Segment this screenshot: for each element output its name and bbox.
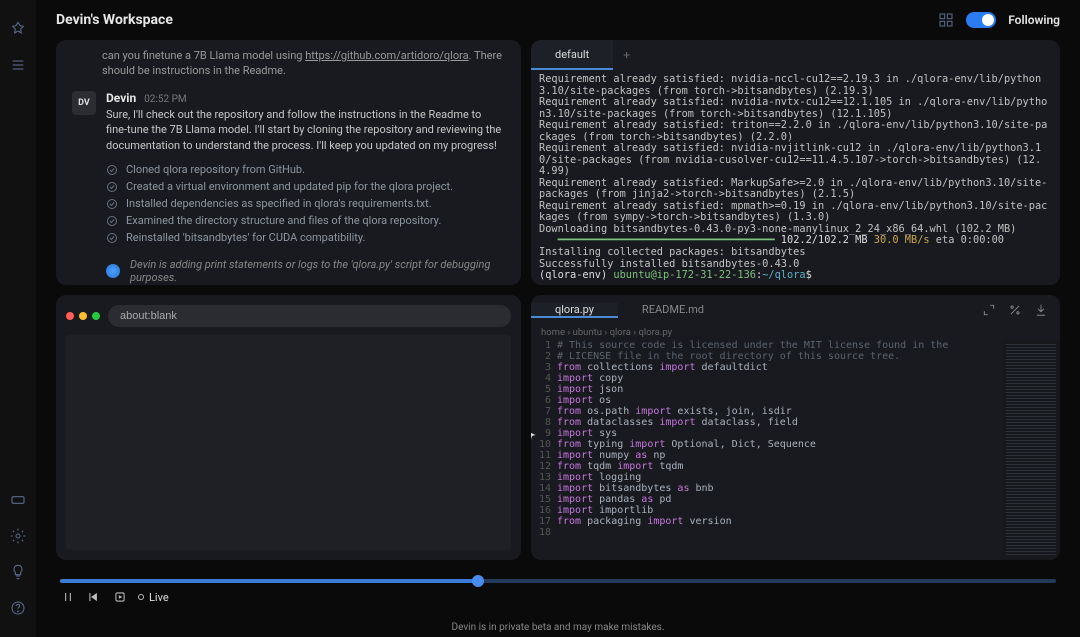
- code-area[interactable]: # This source code is licensed under the…: [557, 340, 1002, 560]
- logo-icon[interactable]: [9, 20, 27, 38]
- skip-forward-button[interactable]: [112, 589, 128, 605]
- editor-panel: qlora.pyREADME.md home › ubuntu › qlora …: [531, 295, 1060, 560]
- editor-tab[interactable]: qlora.py: [531, 303, 618, 318]
- keyboard-icon[interactable]: [9, 491, 27, 509]
- bulb-icon[interactable]: [9, 563, 27, 581]
- line-gutter: 123456789101112131415161718: [531, 340, 557, 560]
- minimap[interactable]: [1002, 340, 1060, 560]
- pause-button[interactable]: [60, 589, 76, 605]
- terminal-tab-default[interactable]: default: [531, 40, 613, 70]
- step-item: Reinstalled 'bitsandbytes' for CUDA comp…: [106, 231, 505, 244]
- minimize-dot-icon[interactable]: [79, 312, 87, 320]
- spinner-icon: [106, 264, 120, 278]
- help-icon[interactable]: [9, 599, 27, 617]
- header: Devin's Workspace Following: [56, 0, 1060, 40]
- percent-icon[interactable]: [1008, 303, 1022, 317]
- terminal-add-tab[interactable]: +: [613, 40, 640, 70]
- step-item: Examined the directory structure and fil…: [106, 214, 505, 227]
- list-icon[interactable]: [9, 56, 27, 74]
- avatar: DV: [72, 91, 96, 115]
- expand-icon[interactable]: [982, 303, 996, 317]
- maximize-dot-icon[interactable]: [92, 312, 100, 320]
- following-label: Following: [1008, 13, 1060, 27]
- grid-view-icon[interactable]: [938, 12, 954, 28]
- skip-back-button[interactable]: [86, 589, 102, 605]
- footer-text: Devin is in private beta and may make mi…: [56, 616, 1060, 637]
- step-item: Cloned qlora repository from GitHub.: [106, 163, 505, 176]
- message-author: Devin: [106, 91, 136, 105]
- timeline-track[interactable]: [60, 579, 1056, 583]
- step-item: Installed dependencies as specified in q…: [106, 197, 505, 210]
- editor-tab[interactable]: README.md: [618, 303, 728, 318]
- traffic-lights: [66, 312, 100, 320]
- gear-icon[interactable]: [9, 527, 27, 545]
- playbar: Live: [56, 568, 1060, 616]
- repo-link[interactable]: https://github.com/artidoro/qlora: [305, 49, 468, 62]
- chat-message: DV Devin 02:52 PM Sure, I'll check out t…: [72, 91, 505, 284]
- timeline-thumb[interactable]: [472, 575, 484, 587]
- terminal-panel: default + Requirement already satisfied:…: [531, 40, 1060, 285]
- download-icon[interactable]: [1034, 303, 1048, 317]
- breadcrumb: home › ubuntu › qlora › qlora.py: [531, 325, 1060, 340]
- live-indicator[interactable]: Live: [138, 591, 169, 604]
- left-rail: [0, 0, 36, 637]
- message-time: 02:52 PM: [144, 94, 186, 105]
- message-body: Sure, I'll check out the repository and …: [106, 107, 505, 153]
- following-toggle[interactable]: [966, 12, 996, 28]
- chat-panel: can you finetune a 7B Llama model using …: [56, 40, 521, 285]
- browser-panel: [56, 295, 521, 560]
- prev-message-fragment: can you finetune a 7B Llama model using …: [72, 48, 505, 79]
- url-input[interactable]: [108, 305, 511, 327]
- steps-list: Cloned qlora repository from GitHub. Crea…: [106, 163, 505, 244]
- close-dot-icon[interactable]: [66, 312, 74, 320]
- workspace-title: Devin's Workspace: [56, 12, 173, 28]
- live-dot-icon: [138, 594, 144, 600]
- activity-row: Devin is adding print statements or logs…: [106, 258, 505, 284]
- step-item: Created a virtual environment and update…: [106, 180, 505, 193]
- browser-viewport[interactable]: [66, 335, 511, 550]
- terminal-output[interactable]: Requirement already satisfied: nvidia-nc…: [531, 70, 1060, 285]
- activity-text: Devin is adding print statements or logs…: [130, 258, 505, 284]
